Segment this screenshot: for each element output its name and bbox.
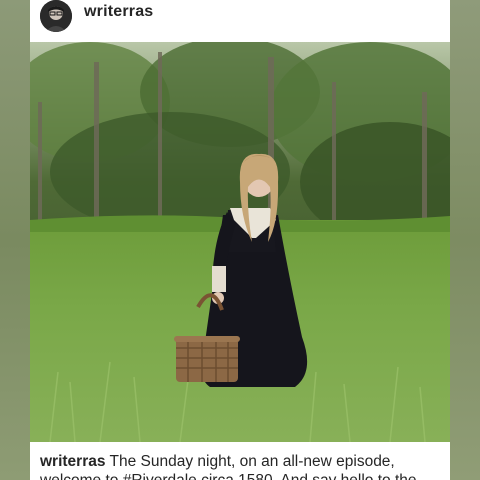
post-username[interactable]: writerras: [84, 3, 153, 21]
left-blurred-border: [0, 0, 30, 480]
profile-avatar[interactable]: [40, 0, 72, 32]
post-photo[interactable]: [30, 42, 450, 442]
post-caption: writerras The Sunday night, on an all-ne…: [40, 452, 444, 480]
instagram-post-card: writerras writerras The Sunday night, on…: [30, 0, 450, 480]
post-header: writerras: [30, 0, 450, 42]
right-blurred-border: [450, 0, 480, 480]
forest-meadow-photo: [30, 42, 450, 442]
avatar-image: [40, 0, 72, 32]
caption-username[interactable]: writerras: [40, 453, 105, 470]
